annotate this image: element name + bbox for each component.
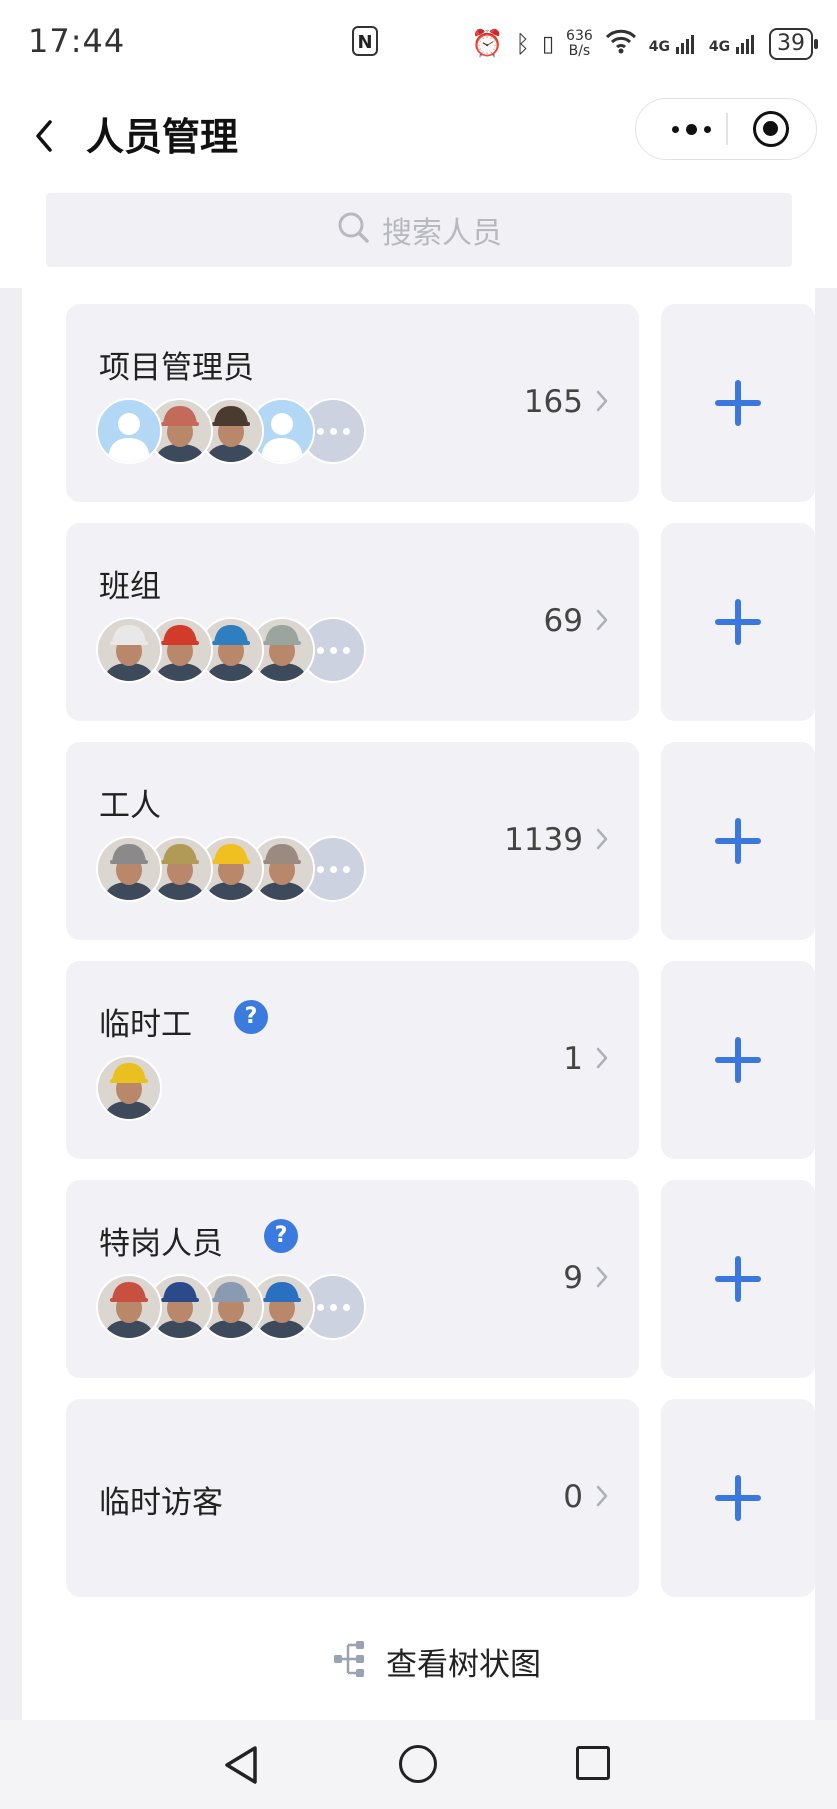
help-icon[interactable]: ? xyxy=(234,1000,268,1034)
group-name: 特岗人员 xyxy=(99,1226,223,1262)
chevron-right-icon xyxy=(595,1483,609,1509)
chevron-right-icon xyxy=(595,388,609,414)
avatar xyxy=(96,617,162,683)
tree-diagram-icon xyxy=(332,1639,368,1683)
net-speed: 636 B/s xyxy=(566,28,593,59)
content-panel: 查看树状图 项目管理员 165 班组 69 工人 1139 临时工? 1 特岗人员? 9 临时访客 0 xyxy=(22,288,815,1720)
group-card[interactable]: 临时工? 1 xyxy=(66,961,639,1159)
group-name: 项目管理员 xyxy=(99,350,254,386)
back-arrow-icon[interactable] xyxy=(28,112,68,160)
alarm-icon: ⏰ xyxy=(471,29,504,59)
more-menu-icon[interactable] xyxy=(656,99,726,159)
chevron-right-icon xyxy=(595,826,609,852)
chevron-right-icon xyxy=(595,1045,609,1071)
search-placeholder: 搜索人员 xyxy=(382,216,502,251)
capsule-divider xyxy=(726,113,728,145)
view-tree-button[interactable]: 查看树状图 xyxy=(332,1636,541,1686)
vibrate-icon: ▯ xyxy=(541,31,555,57)
add-member-button[interactable] xyxy=(661,304,815,502)
add-member-button[interactable] xyxy=(661,523,815,721)
member-count: 165 xyxy=(523,384,583,420)
member-count: 69 xyxy=(543,603,583,639)
system-home-icon[interactable] xyxy=(399,1745,437,1783)
chevron-right-icon xyxy=(595,607,609,633)
search-icon xyxy=(336,210,372,250)
member-count: 1 xyxy=(563,1041,583,1077)
add-member-button[interactable] xyxy=(661,1180,815,1378)
avatar xyxy=(96,1055,162,1121)
nfc-icon: N xyxy=(352,26,378,56)
add-member-button[interactable] xyxy=(661,742,815,940)
add-member-button[interactable] xyxy=(661,1399,815,1597)
member-count: 1139 xyxy=(504,822,583,858)
system-recents-icon[interactable] xyxy=(576,1746,610,1780)
mini-program-capsule xyxy=(635,98,817,160)
status-bar: 17:44 N ⏰ ᛒ ▯ 636 B/s 4G 4G 39 xyxy=(0,0,837,88)
status-icons: ⏰ ᛒ ▯ 636 B/s 4G 4G 39 xyxy=(471,24,818,64)
group-card[interactable]: 项目管理员 165 xyxy=(66,304,639,502)
bluetooth-icon: ᛒ xyxy=(515,30,530,58)
plus-icon xyxy=(715,1037,761,1083)
nav-bar: 人员管理 xyxy=(0,88,837,188)
avatar xyxy=(96,398,162,464)
signal-icon-2: 4G xyxy=(709,33,757,55)
add-member-button[interactable] xyxy=(661,961,815,1159)
search-input[interactable]: 搜索人员 xyxy=(46,193,792,267)
system-navigation-bar xyxy=(0,1720,837,1809)
member-count: 9 xyxy=(563,1260,583,1296)
plus-icon xyxy=(715,1256,761,1302)
group-name: 班组 xyxy=(99,569,161,605)
group-card[interactable]: 特岗人员? 9 xyxy=(66,1180,639,1378)
plus-icon xyxy=(715,380,761,426)
avatar xyxy=(96,836,162,902)
signal-icon-1: 4G xyxy=(649,33,697,55)
help-icon[interactable]: ? xyxy=(264,1219,298,1253)
system-back-icon[interactable] xyxy=(222,1744,262,1790)
status-time: 17:44 xyxy=(28,22,126,60)
member-count: 0 xyxy=(563,1479,583,1515)
plus-icon xyxy=(715,599,761,645)
avatar xyxy=(96,1274,162,1340)
group-name: 临时访客 xyxy=(99,1485,223,1521)
group-card[interactable]: 班组 69 xyxy=(66,523,639,721)
plus-icon xyxy=(715,1475,761,1521)
chevron-right-icon xyxy=(595,1264,609,1290)
content-area: 查看树状图 项目管理员 165 班组 69 工人 1139 临时工? 1 特岗人员? 9 临时访客 0 xyxy=(0,288,837,1720)
group-card[interactable]: 工人 1139 xyxy=(66,742,639,940)
group-name: 临时工 xyxy=(99,1007,192,1043)
group-card[interactable]: 临时访客 0 xyxy=(66,1399,639,1597)
group-name: 工人 xyxy=(99,788,161,824)
view-tree-label: 查看树状图 xyxy=(386,1646,541,1683)
wifi-icon xyxy=(605,28,637,61)
page-title: 人员管理 xyxy=(86,115,239,159)
plus-icon xyxy=(715,818,761,864)
battery-icon: 39 xyxy=(769,28,818,60)
close-mini-program-icon[interactable] xyxy=(753,111,789,147)
